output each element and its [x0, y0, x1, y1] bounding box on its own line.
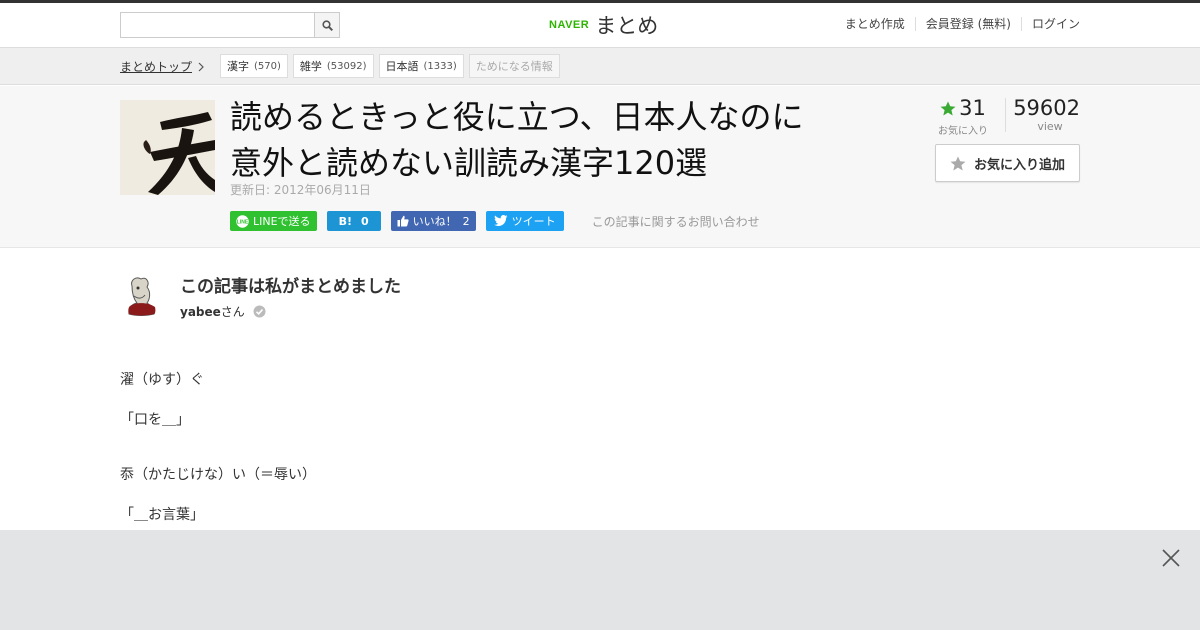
hatena-label: B!: [338, 214, 352, 228]
star-icon: [940, 101, 956, 115]
line-share-button[interactable]: LINE LINEで送る: [230, 211, 317, 231]
hatena-count: 0: [360, 214, 369, 228]
tag-japanese[interactable]: 日本語 (1333): [378, 54, 464, 78]
tag-count: (1333): [423, 60, 457, 72]
article-thumbnail[interactable]: [120, 100, 215, 195]
add-favorite-label: お気に入り追加: [973, 157, 1065, 173]
tweet-button[interactable]: ツイート: [485, 211, 564, 231]
article-title: 読めるときっと役に立つ、日本人なのに 意外と読めない訓読み漢字120選: [230, 94, 870, 186]
verified-check-icon: [253, 305, 266, 318]
tag-label: 日本語: [385, 60, 419, 73]
facebook-like-button[interactable]: いいね！ 2: [390, 211, 476, 231]
favorites-stat: 31 お気に入り: [936, 96, 990, 137]
login-link[interactable]: ログイン: [1020, 17, 1080, 31]
header-nav: まとめ作成 会員登録 (無料) ログイン: [835, 17, 1080, 31]
content-item: 「＿お言葉」: [120, 507, 204, 523]
logo-text: まとめ: [595, 14, 659, 38]
like-count: 2: [462, 214, 470, 228]
favorites-count: 31: [959, 96, 986, 120]
bottom-ad-overlay: [0, 530, 1200, 630]
tag-label: 雑学: [299, 60, 322, 73]
svg-text:LINE: LINE: [237, 219, 249, 225]
content-item: 「口を＿」: [120, 412, 190, 428]
content-item: 忝（かたじけな）い（＝辱い）: [120, 467, 316, 483]
tweet-label: ツイート: [511, 215, 556, 228]
search-button[interactable]: [314, 13, 339, 37]
naver-matome-logo[interactable]: NAVER まとめ: [549, 11, 658, 39]
search-input[interactable]: [121, 13, 315, 37]
site-header: NAVER まとめ まとめ作成 会員登録 (無料) ログイン: [0, 3, 1200, 48]
stats-divider: [1005, 98, 1006, 132]
author-name[interactable]: yabee さん: [180, 303, 266, 320]
twitter-bird-icon: [493, 215, 508, 226]
tag-useful-info[interactable]: ためになる情報: [468, 54, 560, 78]
tag-count: (570): [254, 60, 281, 72]
views-count: 59602: [1013, 96, 1080, 120]
create-matome-link[interactable]: まとめ作成: [835, 17, 915, 31]
hatena-bookmark-button[interactable]: B! 0: [326, 211, 381, 231]
article-stats: 31 お気に入り 59602 view: [936, 96, 1080, 137]
search-box: [120, 12, 340, 38]
category-tags: 漢字 (570) 雑学 (53092) 日本語 (1333) ためになる情報: [220, 54, 565, 78]
author-suffix: さん: [220, 305, 245, 319]
views-stat: 59602 view: [1012, 96, 1080, 133]
tag-label: ためになる情報: [475, 60, 553, 73]
author-username[interactable]: yabee: [180, 305, 221, 319]
search-icon: [321, 19, 333, 31]
logo-brand: NAVER: [549, 19, 590, 31]
title-line-1: 読めるときっと役に立つ、日本人なのに: [230, 98, 804, 136]
article-header: 読めるときっと役に立つ、日本人なのに 意外と読めない訓読み漢字120選 更新日:…: [0, 86, 1200, 248]
register-link[interactable]: 会員登録 (無料): [914, 17, 1021, 31]
breadcrumb[interactable]: まとめトップ: [120, 58, 204, 75]
title-line-2: 意外と読めない訓読み漢字120選: [230, 144, 708, 182]
category-bar: まとめトップ 漢字 (570) 雑学 (53092) 日本語 (1333) ため…: [0, 48, 1200, 85]
thumbs-up-icon: [397, 215, 409, 227]
star-outline-icon: [950, 156, 966, 170]
avatar[interactable]: [120, 272, 166, 318]
breadcrumb-top-link[interactable]: まとめトップ: [120, 58, 192, 75]
content-item: 濯（ゆす）ぐ: [120, 372, 204, 388]
calligraphy-image: [120, 100, 215, 195]
line-share-label: LINEで送る: [253, 215, 311, 228]
tag-label: 漢字: [227, 60, 249, 73]
tag-count: (53092): [326, 60, 367, 72]
chevron-right-icon: [198, 62, 204, 71]
add-favorite-button[interactable]: お気に入り追加: [935, 144, 1080, 182]
close-icon[interactable]: [1161, 548, 1181, 568]
updated-date: 更新日: 2012年06月11日: [230, 183, 371, 197]
inquiry-link[interactable]: この記事に関するお問い合わせ: [592, 213, 760, 230]
line-icon: LINE: [236, 214, 249, 228]
author-heading: この記事は私がまとめました: [180, 277, 401, 297]
tag-trivia[interactable]: 雑学 (53092): [292, 54, 374, 78]
author-section: この記事は私がまとめました yabee さん: [120, 266, 720, 326]
favorites-label: お気に入り: [938, 126, 988, 137]
tag-kanji[interactable]: 漢字 (570): [220, 54, 288, 78]
like-label: いいね！: [412, 215, 457, 228]
views-label: view: [1037, 120, 1063, 133]
share-buttons: LINE LINEで送る B! 0 いいね！ 2 ツイート この記事に関するお問…: [230, 211, 760, 231]
